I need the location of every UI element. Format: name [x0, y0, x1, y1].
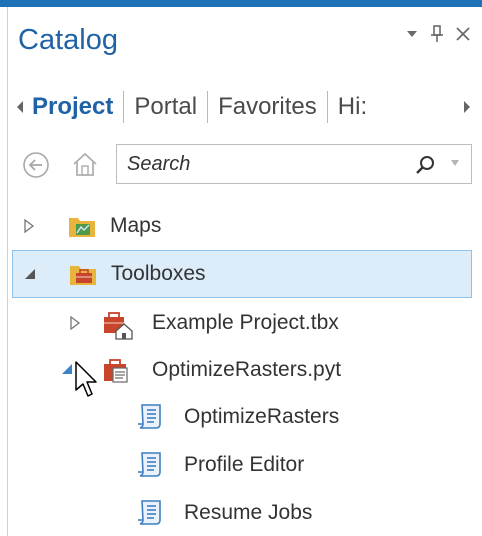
- catalog-tabs: Project Portal Favorites Hi:: [12, 82, 474, 132]
- home-icon[interactable]: [70, 149, 100, 179]
- tab-strip: Project Portal Favorites Hi:: [28, 82, 458, 132]
- pane-title: Catalog: [18, 24, 118, 56]
- tree-item-label: Toolboxes: [111, 262, 206, 285]
- tree-item-maps[interactable]: Maps: [12, 204, 472, 248]
- tree-item-example-project[interactable]: Example Project.tbx: [12, 302, 472, 346]
- collapse-arrow-icon[interactable]: [23, 267, 37, 281]
- script-tool-icon: [136, 498, 164, 526]
- tree-item-label: Resume Jobs: [184, 501, 313, 524]
- expand-arrow-icon[interactable]: [22, 218, 36, 234]
- toolbox-folder-icon: [69, 260, 97, 288]
- tree-item-tool-profile-editor[interactable]: Profile Editor: [12, 444, 472, 488]
- tree-item-label: Maps: [110, 214, 162, 237]
- home-toolbox-icon: [102, 309, 134, 341]
- expand-arrow-icon[interactable]: [68, 315, 82, 331]
- pane-left-border: [7, 7, 8, 536]
- tree-item-tool-resume-jobs[interactable]: Resume Jobs: [12, 492, 472, 536]
- tab-favorites[interactable]: Favorites: [208, 82, 327, 132]
- search-icon[interactable]: [415, 154, 437, 176]
- tree-item-toolboxes[interactable]: Toolboxes: [12, 250, 472, 298]
- script-tool-icon: [136, 402, 164, 430]
- catalog-pane: Catalog Project Portal Favorites Hi: Sea…: [0, 0, 482, 536]
- tree-item-label: OptimizeRasters.pyt: [152, 358, 342, 381]
- tree-item-optimizerasters-pyt[interactable]: OptimizeRasters.pyt: [12, 350, 472, 394]
- search-options-chevron-icon[interactable]: [451, 157, 459, 169]
- map-folder-icon: [68, 212, 96, 240]
- collapse-arrow-icon[interactable]: [60, 362, 74, 376]
- back-arrow-icon[interactable]: [22, 151, 50, 179]
- close-icon[interactable]: [456, 27, 470, 41]
- pane-header-controls: [406, 22, 470, 46]
- search-input[interactable]: [127, 151, 397, 177]
- tab-portal[interactable]: Portal: [124, 82, 207, 132]
- tab-project[interactable]: Project: [28, 82, 123, 132]
- tab-scroll-right-icon[interactable]: [458, 89, 474, 125]
- tree-item-label: Profile Editor: [184, 453, 305, 476]
- pane-accent-bar: [0, 0, 482, 7]
- tree-item-tool-optimizerasters[interactable]: OptimizeRasters: [12, 396, 472, 440]
- options-dropdown-icon[interactable]: [406, 30, 418, 38]
- python-toolbox-icon: [102, 356, 132, 386]
- pin-icon[interactable]: [430, 25, 444, 43]
- tree-item-label: Example Project.tbx: [152, 311, 339, 334]
- search-box: [116, 144, 472, 184]
- tab-scroll-left-icon[interactable]: [12, 89, 28, 125]
- script-tool-icon: [136, 450, 164, 478]
- tab-history[interactable]: Hi:: [328, 82, 369, 132]
- tree-item-label: OptimizeRasters: [184, 405, 340, 428]
